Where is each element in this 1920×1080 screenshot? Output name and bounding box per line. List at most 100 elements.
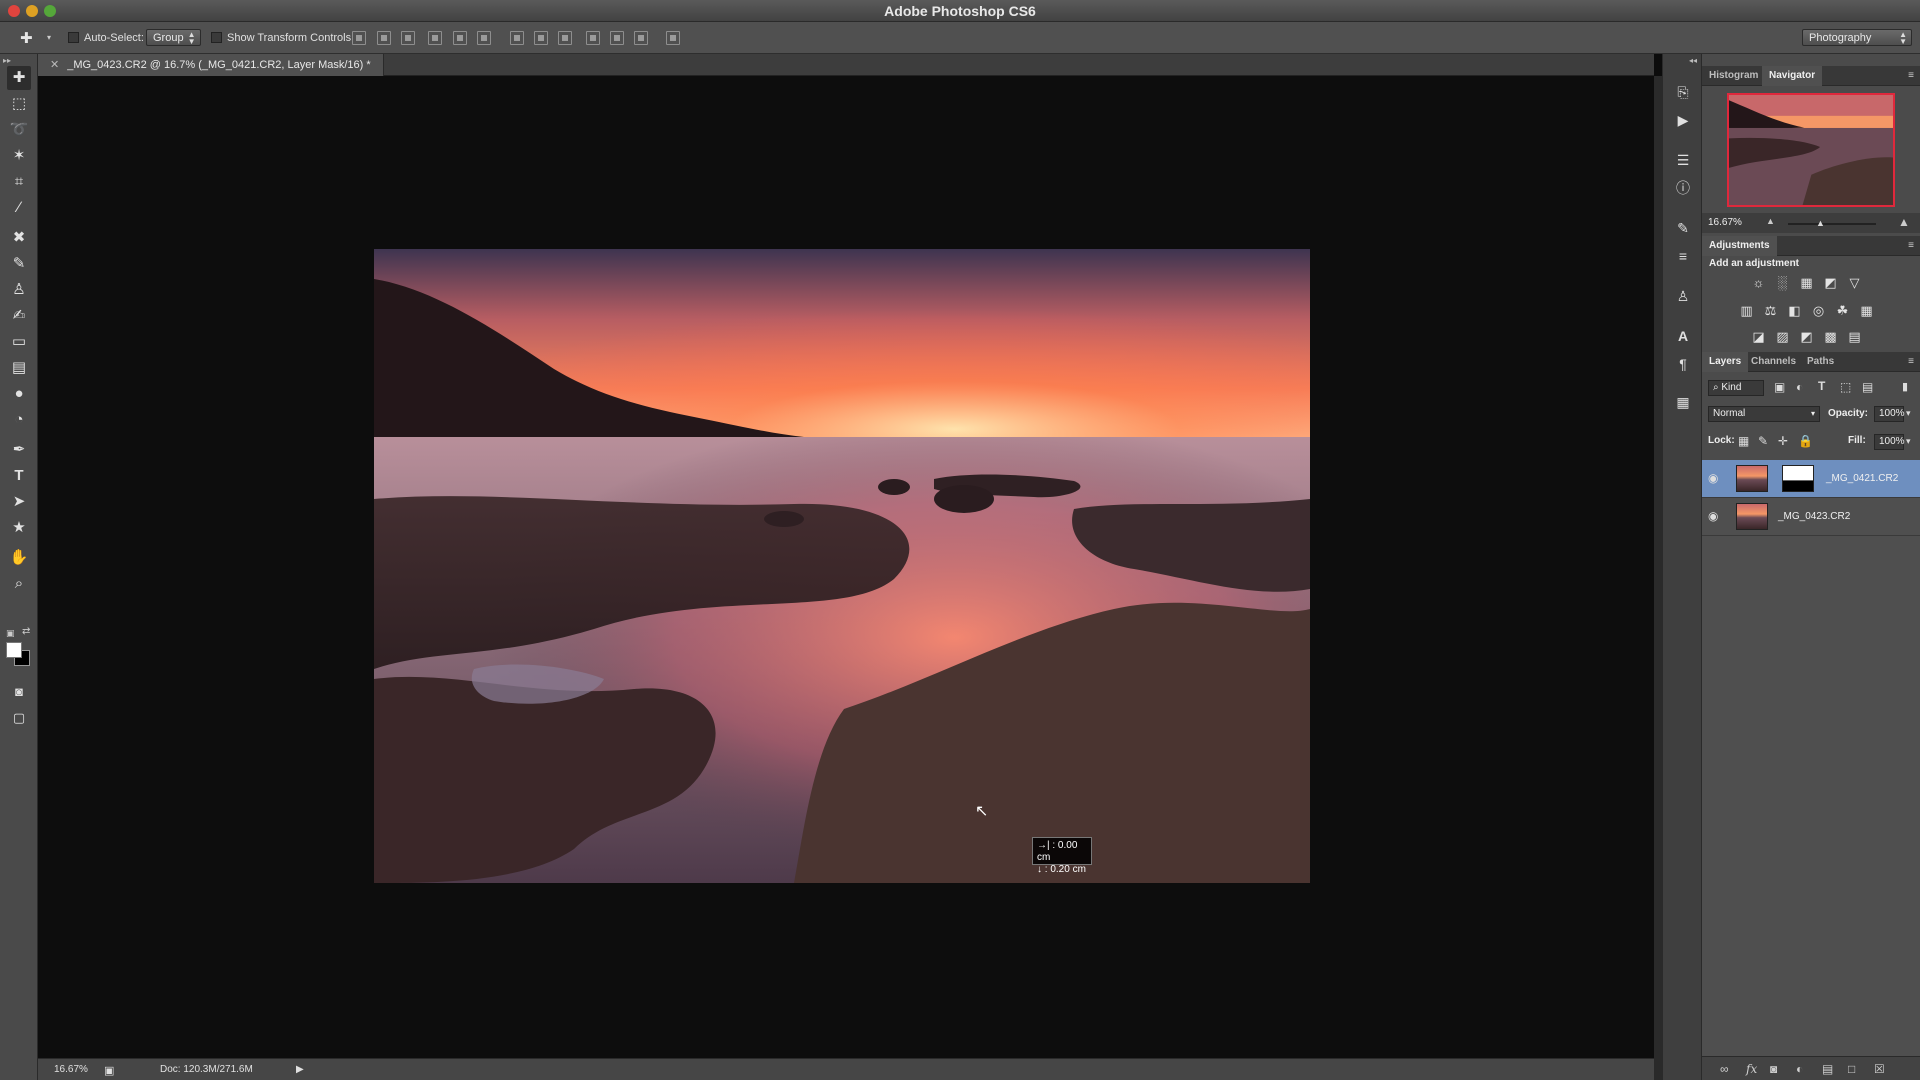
tab-layers[interactable]: Layers	[1702, 352, 1749, 372]
new-adjustment-icon[interactable]: ◐	[1796, 1062, 1803, 1076]
selective-color-icon[interactable]: ▩	[1822, 328, 1839, 345]
stamp-icon[interactable]: ♙	[7, 278, 31, 302]
zoom-icon[interactable]: ⌕	[7, 572, 31, 596]
panel-menu-icon[interactable]: ≡	[1908, 240, 1914, 251]
photo-filter-icon[interactable]: ◎	[1810, 302, 1827, 319]
hand-icon[interactable]: ✋	[7, 546, 31, 570]
move-tool-preset-icon[interactable]: ✚	[20, 29, 33, 47]
status-menu-icon[interactable]: ▶	[296, 1064, 304, 1075]
curves-icon[interactable]: ▦	[1798, 274, 1815, 291]
shape-icon[interactable]: ★	[7, 516, 31, 540]
filter-toggle-icon[interactable]: ▮	[1902, 380, 1908, 393]
show-transform-checkbox[interactable]	[211, 32, 222, 43]
properties-panel-icon[interactable]: ☰	[1671, 148, 1695, 172]
vertical-scrollbar[interactable]	[1654, 76, 1662, 1080]
new-group-icon[interactable]: ▤	[1822, 1062, 1833, 1076]
color-lookup-icon[interactable]: ▦	[1858, 302, 1875, 319]
layer-style-icon[interactable]: fx	[1746, 1062, 1757, 1076]
clone-source-icon[interactable]: ♙	[1671, 284, 1695, 308]
document-tab[interactable]: ✕ _MG_0423.CR2 @ 16.7% (_MG_0421.CR2, Lay…	[38, 54, 384, 76]
filter-pixel-icon[interactable]: ▣	[1774, 380, 1785, 394]
link-layers-icon[interactable]: ∞	[1720, 1062, 1729, 1076]
filter-adjustment-icon[interactable]: ◐	[1796, 380, 1803, 394]
zoom-out-icon[interactable]: ▲	[1766, 216, 1775, 226]
opacity-input[interactable]: 100%	[1874, 406, 1905, 422]
lock-all-icon[interactable]: 🔒	[1798, 434, 1813, 448]
align-vcenter-icon[interactable]	[377, 31, 391, 45]
eraser-icon[interactable]: ▭	[7, 330, 31, 354]
panel-menu-icon[interactable]: ≡	[1908, 356, 1914, 367]
posterize-icon[interactable]: ▨	[1774, 328, 1791, 345]
panel-menu-icon[interactable]: ≡	[1908, 70, 1914, 81]
align-left-icon[interactable]	[428, 31, 442, 45]
zoom-in-icon[interactable]: ▲	[1898, 215, 1910, 229]
history-brush-icon[interactable]: ✍	[7, 304, 31, 328]
zoom-slider[interactable]	[1788, 223, 1876, 225]
auto-align-icon[interactable]	[666, 31, 680, 45]
paragraph-panel-icon[interactable]: ¶	[1671, 352, 1695, 376]
new-layer-icon[interactable]: □	[1848, 1062, 1855, 1076]
auto-select-checkbox[interactable]	[68, 32, 79, 43]
align-right-icon[interactable]	[477, 31, 491, 45]
tab-paths[interactable]: Paths	[1800, 352, 1841, 372]
layer-mask-thumbnail[interactable]	[1782, 465, 1814, 492]
blend-mode-select[interactable]: Normal ▾	[1708, 406, 1820, 422]
brightness-contrast-icon[interactable]: ☼	[1750, 274, 1767, 291]
tab-navigator[interactable]: Navigator	[1762, 66, 1823, 86]
tab-adjustments[interactable]: Adjustments	[1702, 236, 1777, 256]
zoom-slider-thumb[interactable]: ▲	[1816, 218, 1825, 228]
character-panel-icon[interactable]: A	[1671, 324, 1695, 348]
auto-select-dropdown[interactable]: Group ▲ ▼	[146, 29, 201, 46]
quick-mask-icon[interactable]: ◙	[7, 680, 31, 704]
lock-transparency-icon[interactable]: ▦	[1738, 434, 1749, 448]
visibility-eye-icon[interactable]: ◉	[1708, 509, 1718, 523]
distribute-vcenter-icon[interactable]	[534, 31, 548, 45]
status-proof-icon[interactable]: ▣	[104, 1064, 114, 1077]
hue-saturation-icon[interactable]: ▥	[1738, 302, 1755, 319]
eyedropper-icon[interactable]: ∕	[7, 196, 31, 220]
tab-channels[interactable]: Channels	[1744, 352, 1803, 372]
document-image[interactable]	[374, 249, 1310, 883]
actions-panel-icon[interactable]: ▶	[1671, 108, 1695, 132]
align-bottom-icon[interactable]	[401, 31, 415, 45]
lock-position-icon[interactable]: ✛	[1778, 434, 1788, 448]
status-zoom[interactable]: 16.67%	[54, 1064, 88, 1075]
threshold-icon[interactable]: ◩	[1798, 328, 1815, 345]
dodge-icon[interactable]: ◔	[7, 408, 31, 432]
preset-dropdown-icon[interactable]: ▾	[47, 33, 51, 42]
gradient-map-icon[interactable]: ▤	[1846, 328, 1863, 345]
blur-icon[interactable]: ●	[7, 382, 31, 406]
layer-row[interactable]: ◉ _MG_0423.CR2	[1702, 498, 1920, 536]
info-panel-icon[interactable]: ⓘ	[1671, 176, 1695, 200]
align-hcenter-icon[interactable]	[453, 31, 467, 45]
foreground-color-swatch[interactable]	[6, 642, 22, 658]
distribute-right-icon[interactable]	[634, 31, 648, 45]
lock-pixels-icon[interactable]: ✎	[1758, 434, 1768, 448]
swap-colors-icon[interactable]: ⇄	[22, 626, 30, 637]
tab-histogram[interactable]: Histogram	[1702, 66, 1765, 86]
history-panel-icon[interactable]: ⎘	[1671, 80, 1695, 104]
opacity-dropdown-icon[interactable]: ▾	[1906, 408, 1911, 419]
move-icon[interactable]: ✚	[7, 66, 31, 90]
distribute-hcenter-icon[interactable]	[610, 31, 624, 45]
add-mask-icon[interactable]: ◙	[1770, 1062, 1777, 1076]
distribute-left-icon[interactable]	[586, 31, 600, 45]
navigator-preview[interactable]	[1727, 93, 1895, 207]
default-colors-icon[interactable]: ▣	[6, 628, 15, 639]
marquee-icon[interactable]: ⬚	[7, 92, 31, 116]
exposure-icon[interactable]: ◩	[1822, 274, 1839, 291]
type-icon[interactable]: T	[7, 464, 31, 488]
vibrance-icon[interactable]: ▽	[1846, 274, 1863, 291]
color-balance-icon[interactable]: ⚖	[1762, 302, 1779, 319]
brush-presets-icon[interactable]: ✎	[1671, 216, 1695, 240]
brush-panel-icon[interactable]: ≡	[1671, 244, 1695, 268]
distribute-bottom-icon[interactable]	[558, 31, 572, 45]
pen-icon[interactable]: ✒	[7, 438, 31, 462]
lasso-icon[interactable]: ➰	[7, 118, 31, 142]
canvas-area[interactable]: →| : 0.00 cm ↓ : 0.20 cm ↖	[38, 76, 1654, 1058]
workspace-switcher[interactable]: Photography ▲ ▼	[1802, 29, 1912, 46]
delete-layer-icon[interactable]: ☒	[1874, 1062, 1885, 1076]
tool-presets-icon[interactable]: ▦	[1671, 390, 1695, 414]
healing-icon[interactable]: ✖	[7, 226, 31, 250]
align-top-icon[interactable]	[352, 31, 366, 45]
